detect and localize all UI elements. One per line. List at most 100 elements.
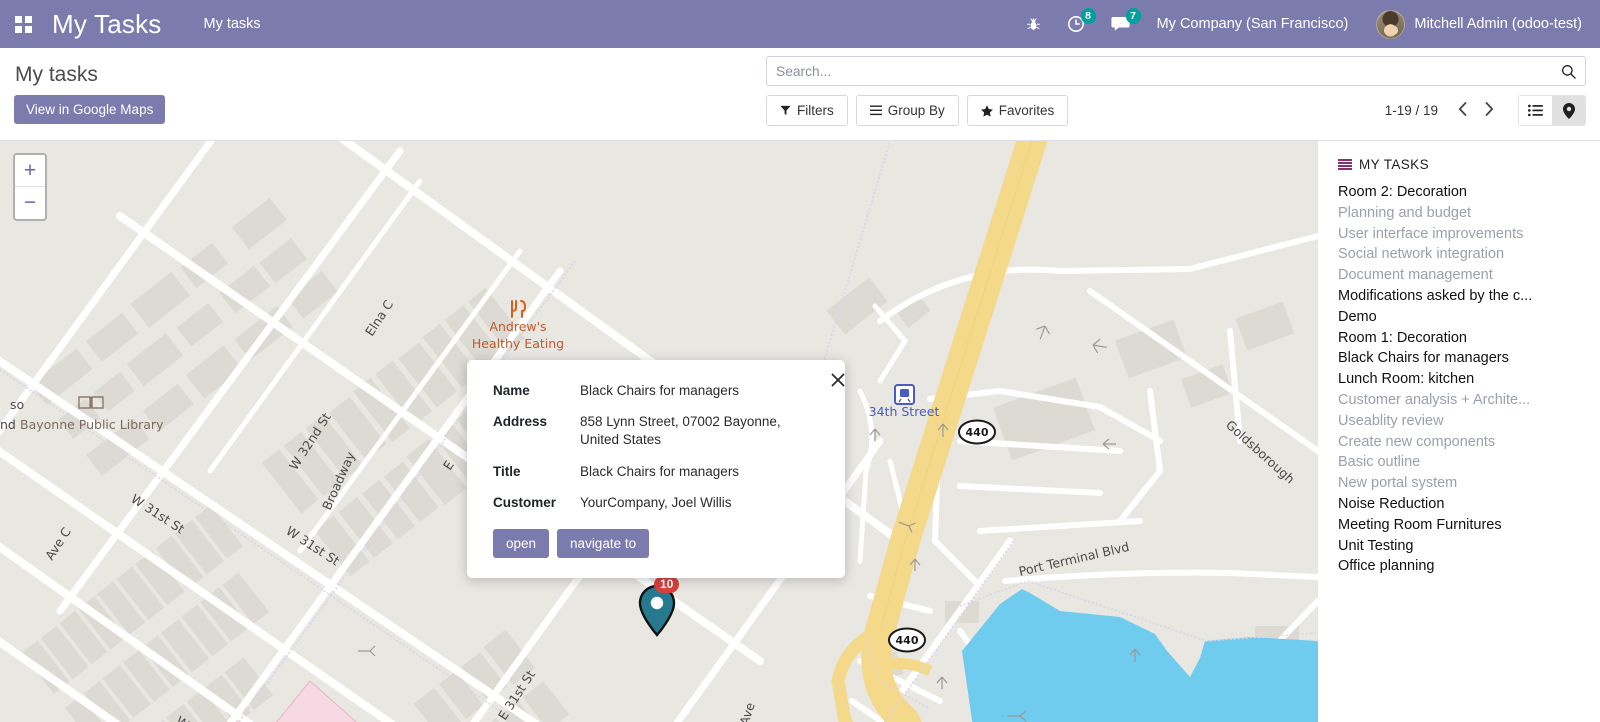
highway-shield-1: 440 [958, 419, 996, 445]
list-view-icon [1528, 104, 1543, 117]
control-panel: My tasks View in Google Maps Filters [0, 48, 1600, 141]
list-item[interactable]: Document management [1338, 265, 1586, 286]
main-content: .bldg { fill:#DDD9D3; } .road { stroke:#… [0, 141, 1600, 722]
tasks-sidebar: MY TASKS Room 2: Decoration Planning and… [1318, 141, 1600, 722]
app-brand-title[interactable]: My Tasks [52, 9, 161, 40]
favorites-button-label: Favorites [998, 103, 1055, 118]
search-bar[interactable] [766, 56, 1586, 86]
list-item[interactable]: Black Chairs for managers [1338, 348, 1586, 369]
task-list: Room 2: Decoration Planning and budget U… [1338, 182, 1586, 577]
list-item[interactable]: Office planning [1338, 556, 1586, 577]
popup-open-button[interactable]: open [493, 529, 550, 559]
popup-field-label: Address [493, 414, 548, 430]
search-input[interactable] [776, 63, 1561, 79]
list-item[interactable]: New portal system [1338, 473, 1586, 494]
chevron-right-icon [1485, 102, 1494, 116]
sidebar-title: MY TASKS [1359, 157, 1429, 172]
popup-row: Address 858 Lynn Street, 07002 Bayonne, … [493, 413, 821, 449]
list-item[interactable]: Modifications asked by the c... [1338, 286, 1586, 307]
list-item[interactable]: Customer analysis + Archite... [1338, 390, 1586, 411]
pager: 1-19 / 19 [1385, 102, 1502, 119]
activities-button[interactable]: 8 [1054, 0, 1098, 48]
map-label-restaurant-line2: Healthy Eating [472, 336, 564, 351]
map-pin-view-icon [1562, 102, 1575, 119]
list-item[interactable]: Demo [1338, 307, 1586, 328]
filters-button-label: Filters [797, 103, 834, 118]
list-item[interactable]: Meeting Room Furnitures [1338, 515, 1586, 536]
popup-navigate-button[interactable]: navigate to [557, 529, 650, 559]
popup-field-label: Customer [493, 494, 557, 510]
list-view-button[interactable] [1519, 96, 1552, 125]
list-item[interactable]: Lunch Room: kitchen [1338, 369, 1586, 390]
popup-field-label: Title [493, 463, 521, 479]
group-by-button-label: Group By [887, 103, 945, 118]
list-item[interactable]: Social network integration [1338, 244, 1586, 265]
user-name-label: Mitchell Admin (odoo-test) [1414, 16, 1582, 32]
chevron-left-icon [1458, 102, 1467, 116]
navbar-menu-my-tasks[interactable]: My tasks [203, 16, 260, 32]
top-navbar: My Tasks My tasks 8 7 My Company (San Fr… [0, 0, 1600, 48]
favorites-button[interactable]: Favorites [966, 95, 1069, 126]
filter-button-group: Filters Group By Favorites [766, 95, 1076, 126]
zoom-in-button[interactable]: + [15, 155, 45, 187]
pager-next-button[interactable] [1477, 102, 1502, 119]
highway-shield-2: 440 [888, 627, 926, 653]
marker-info-popup: Name Black Chairs for managers Address 8… [467, 360, 845, 579]
list-item[interactable]: Noise Reduction [1338, 494, 1586, 515]
list-item[interactable]: Basic outline [1338, 452, 1586, 473]
svg-text:nd: nd [0, 417, 16, 432]
navbar-right-group: 8 7 My Company (San Francisco) Mitchell … [1013, 0, 1600, 48]
poi-station [894, 384, 915, 405]
messages-button[interactable]: 7 [1098, 0, 1143, 48]
control-panel-right: Filters Group By Favorites 1-19 / 19 [766, 56, 1586, 126]
marker-count-badge: 10 [654, 576, 680, 593]
list-item[interactable]: Room 1: Decoration [1338, 328, 1586, 349]
pager-count: 1-19 / 19 [1384, 103, 1438, 118]
close-icon [831, 373, 845, 387]
activities-count-badge: 8 [1080, 8, 1096, 24]
map-view-button[interactable] [1552, 96, 1585, 125]
list-item[interactable]: User interface improvements [1338, 224, 1586, 245]
list-item[interactable]: Useablity review [1338, 411, 1586, 432]
svg-text:440: 440 [966, 426, 989, 439]
funnel-icon [780, 105, 791, 116]
view-in-google-maps-button[interactable]: View in Google Maps [14, 95, 166, 124]
avatar [1376, 9, 1406, 39]
popup-row: Customer YourCompany, Joel Willis [493, 494, 821, 512]
sidebar-title-row: MY TASKS [1338, 157, 1586, 172]
map-label-library: Bayonne Public Library [20, 417, 164, 432]
popup-field-value: Black Chairs for managers [580, 383, 740, 398]
apps-grid-icon [14, 15, 32, 33]
popup-row: Title Black Chairs for managers [493, 463, 821, 481]
search-icon[interactable] [1561, 64, 1576, 79]
popup-field-value: 858 Lynn Street, 07002 Bayonne, United S… [580, 414, 781, 448]
search-toolbar: Filters Group By Favorites 1-19 / 19 [766, 95, 1586, 126]
list-item[interactable]: Unit Testing [1338, 536, 1586, 557]
svg-text:so: so [10, 397, 24, 412]
company-switcher[interactable]: My Company (San Francisco) [1143, 16, 1363, 32]
view-switcher [1518, 95, 1586, 126]
list-item[interactable]: Create new components [1338, 432, 1586, 453]
star-icon [980, 104, 993, 117]
control-panel-left: My tasks View in Google Maps [14, 56, 166, 124]
hamburger-lines-icon [869, 105, 882, 116]
zoom-out-button[interactable]: − [15, 187, 45, 219]
popup-field-value: YourCompany, Joel Willis [580, 494, 732, 510]
list-icon [1338, 159, 1352, 170]
list-item[interactable]: Room 2: Decoration [1338, 182, 1586, 203]
user-menu[interactable]: Mitchell Admin (odoo-test) [1362, 9, 1586, 39]
pager-previous-button[interactable] [1450, 102, 1475, 119]
apps-menu-button[interactable] [0, 15, 46, 33]
debug-bug-button[interactable] [1013, 0, 1054, 48]
list-item[interactable]: Planning and budget [1338, 203, 1586, 224]
filters-button[interactable]: Filters [766, 95, 848, 126]
map-canvas[interactable]: .bldg { fill:#DDD9D3; } .road { stroke:#… [0, 141, 1318, 722]
group-by-button[interactable]: Group By [855, 95, 959, 126]
map-zoom-controls: + − [13, 153, 47, 221]
breadcrumb: My tasks [15, 63, 98, 86]
popup-actions: open navigate to [493, 529, 821, 559]
messages-count-badge: 7 [1125, 8, 1141, 24]
popup-field-label: Name [493, 383, 530, 398]
map-label-station: 34th Street [869, 404, 940, 419]
popup-row: Name Black Chairs for managers [493, 382, 821, 400]
